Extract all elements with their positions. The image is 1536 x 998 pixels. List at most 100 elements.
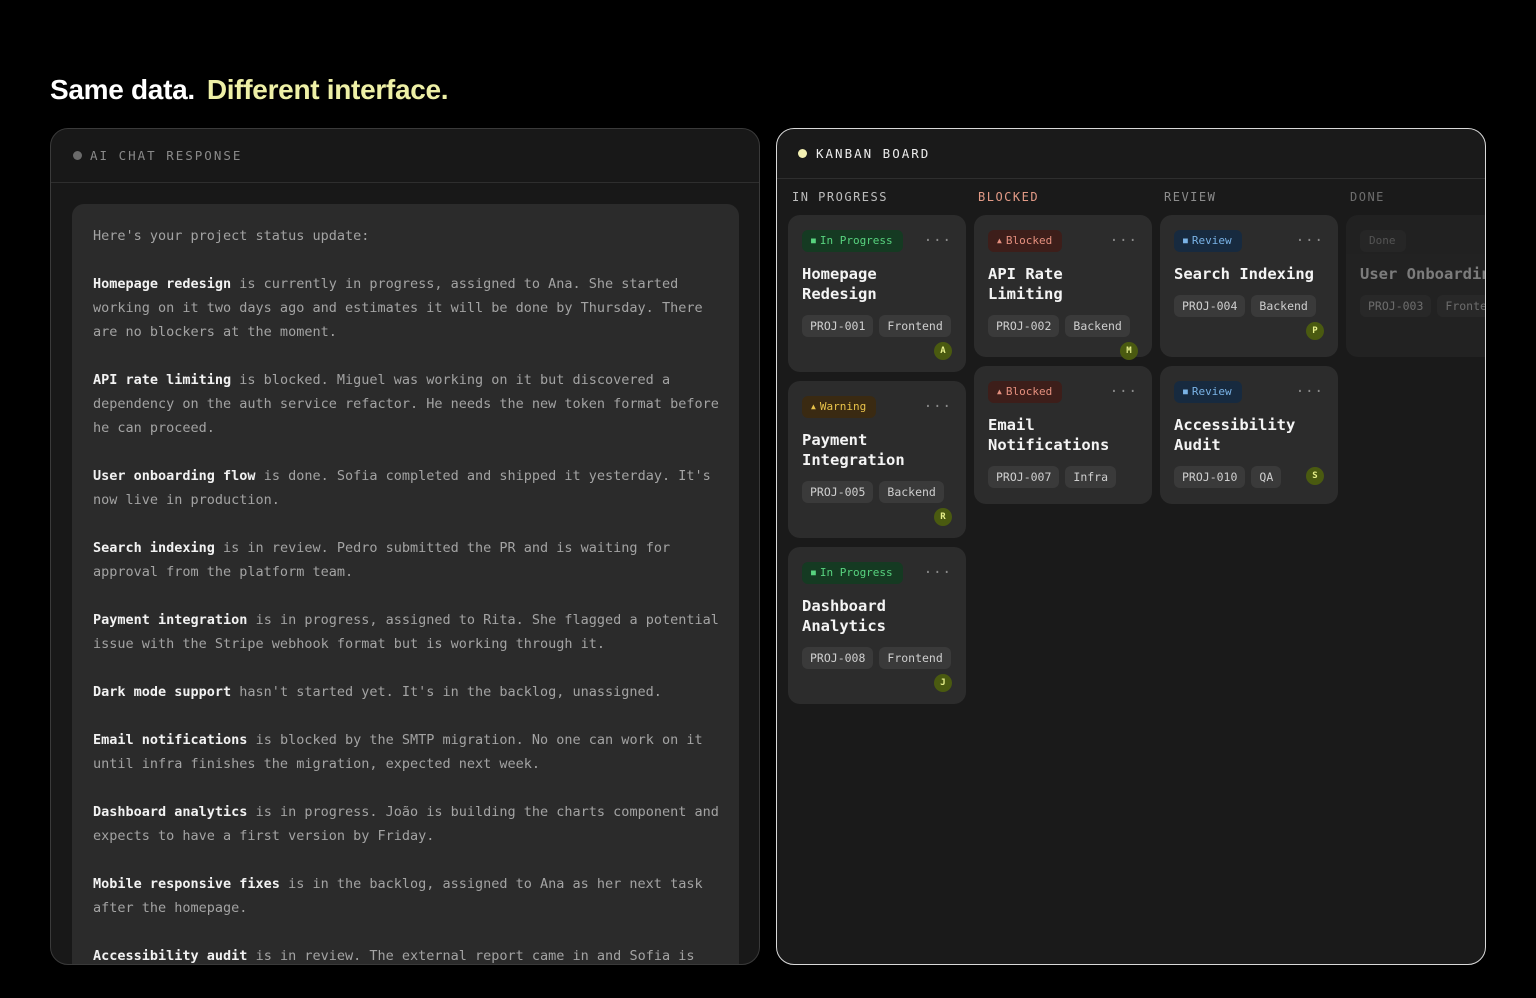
card-title-line: Payment <box>802 431 868 449</box>
badge-label: Blocked <box>1005 234 1053 247</box>
column-in-progress: IN PROGRESS ■ In Progress ··· Homepage Red… <box>788 189 966 713</box>
chat-message: Here's your project status update: Homep… <box>72 204 739 964</box>
card-title-line: User Onboarding <box>1360 265 1486 283</box>
tag: Frontend <box>879 647 951 669</box>
status-dot-icon <box>798 149 807 158</box>
headline-part-2: Different interface. <box>206 74 449 105</box>
status-badge: ▲ Blocked <box>988 230 1063 252</box>
chat-paragraph: API rate limiting is blocked. Miguel was… <box>93 368 719 440</box>
card-title: Payment Integration <box>802 430 952 470</box>
warning-triangle-icon: ▲ <box>997 387 1002 396</box>
column-blocked: BLOCKED ▲ Blocked ··· API Rate Limiting P… <box>974 189 1152 513</box>
paragraph-subject: Payment integration <box>93 612 248 628</box>
status-dot-icon <box>73 151 82 160</box>
chat-paragraph: Email notifications is blocked by the SM… <box>93 728 719 776</box>
more-options-icon[interactable]: ··· <box>1110 233 1138 249</box>
kanban-card[interactable]: ■ In Progress ··· Dashboard Analytics PROJ… <box>788 547 966 704</box>
card-title-line: Audit <box>1174 436 1221 454</box>
kanban-card[interactable]: ▲ Blocked ··· Email Notifications PROJ-007… <box>974 366 1152 504</box>
card-title: Email Notifications <box>988 415 1138 455</box>
square-icon: ■ <box>1183 387 1188 396</box>
tag: PROJ-008 <box>802 647 874 669</box>
kanban-card[interactable]: ■ In Progress ··· Homepage Redesign PROJ-0… <box>788 215 966 372</box>
chat-paragraph: Payment integration is in progress, assi… <box>93 608 719 656</box>
paragraph-subject: Accessibility audit <box>93 948 248 964</box>
column-review: REVIEW ■ Review ··· Search Indexing PROJ-… <box>1160 189 1338 513</box>
kanban-card[interactable]: ▲ Warning ··· Payment Integration PROJ-005… <box>788 381 966 538</box>
more-options-icon[interactable]: ··· <box>1296 233 1324 249</box>
kanban-card[interactable]: ■ Review ··· Accessibility Audit PROJ-010 Q… <box>1160 366 1338 504</box>
tag: PROJ-001 <box>802 315 874 337</box>
paragraph-subject: Homepage redesign <box>93 276 232 292</box>
column-title: IN PROGRESS <box>792 190 888 204</box>
paragraph-subject: Search indexing <box>93 540 215 556</box>
paragraph-subject: User onboarding flow <box>93 468 256 484</box>
tag: Backend <box>1251 295 1316 317</box>
chat-paragraph: Search indexing is in review. Pedro subm… <box>93 536 719 584</box>
kanban-panel: KANBAN BOARD IN PROGRESS ■ In Progress ··… <box>776 128 1486 965</box>
tag: PROJ-005 <box>802 481 874 503</box>
chat-title: AI CHAT RESPONSE <box>90 148 243 163</box>
card-title-line: Redesign <box>802 285 877 303</box>
tag: Frontend <box>879 315 951 337</box>
tag: PROJ-010 <box>1174 466 1246 488</box>
badge-label: Review <box>1191 234 1232 247</box>
status-badge: ■ Review <box>1174 381 1242 403</box>
kanban-card[interactable]: ▲ Blocked ··· API Rate Limiting PROJ-002 B… <box>974 215 1152 360</box>
warning-triangle-icon: ▲ <box>997 236 1002 245</box>
status-badge: ■ In Progress <box>802 230 903 252</box>
status-badge: ▲ Blocked <box>988 381 1063 403</box>
card-title-line: Accessibility <box>1174 416 1296 434</box>
square-icon: ■ <box>811 236 816 245</box>
card-title-line: Analytics <box>802 617 886 635</box>
status-badge: ■ In Progress <box>802 562 903 584</box>
badge-label: In Progress <box>819 234 893 247</box>
kanban-card[interactable]: Done User Onboarding PROJ-003Frontend <box>1346 215 1486 357</box>
square-icon: ■ <box>811 568 816 577</box>
column-title: BLOCKED <box>978 190 1040 204</box>
card-title: Search Indexing <box>1174 264 1324 284</box>
paragraph-text: hasn't started yet. It's in the backlog,… <box>231 684 662 700</box>
more-options-icon[interactable]: ··· <box>924 233 952 249</box>
avatar: P <box>1306 322 1324 340</box>
status-badge: ■ Review <box>1174 230 1242 252</box>
avatar: J <box>934 674 952 692</box>
card-title-line: API Rate Limiting <box>988 265 1063 303</box>
card-title-line: Homepage <box>802 265 877 283</box>
tag: Infra <box>1065 466 1117 488</box>
paragraph-subject: Dashboard analytics <box>93 804 248 820</box>
tag: Backend <box>1065 315 1130 337</box>
column-title: DONE <box>1350 190 1385 204</box>
avatar: R <box>934 508 952 526</box>
kanban-header: KANBAN BOARD <box>777 129 1485 179</box>
chat-intro: Here's your project status update: <box>93 228 370 244</box>
tag: Frontend <box>1437 295 1485 317</box>
paragraph-subject: Email notifications <box>93 732 248 748</box>
card-title-line: Dashboard <box>802 597 886 615</box>
chat-paragraph: Homepage redesign is currently in progre… <box>93 272 719 344</box>
card-title-line: Search Indexing <box>1174 265 1314 283</box>
card-title: Dashboard Analytics <box>802 596 952 636</box>
chat-paragraph: User onboarding flow is done. Sofia comp… <box>93 464 719 512</box>
avatar: S <box>1306 467 1324 485</box>
badge-label: Done <box>1369 234 1396 247</box>
status-badge: ▲ Warning <box>802 396 877 418</box>
tag: PROJ-003 <box>1360 295 1432 317</box>
more-options-icon[interactable]: ··· <box>1296 384 1324 400</box>
avatar: A <box>934 342 952 360</box>
kanban-card[interactable]: ■ Review ··· Search Indexing PROJ-004 Back… <box>1160 215 1338 357</box>
chat-paragraph: Dark mode support hasn't started yet. It… <box>93 680 719 704</box>
more-options-icon[interactable]: ··· <box>1110 384 1138 400</box>
card-title-line: Email <box>988 416 1035 434</box>
card-title: Accessibility Audit <box>1174 415 1324 455</box>
tag: QA <box>1251 466 1282 488</box>
avatar: M <box>1120 342 1138 360</box>
card-title: User Onboarding <box>1360 264 1486 284</box>
card-title-line: Integration <box>802 451 905 469</box>
tag: PROJ-004 <box>1174 295 1246 317</box>
warning-triangle-icon: ▲ <box>811 402 816 411</box>
paragraph-subject: Mobile responsive fixes <box>93 876 280 892</box>
card-title: Homepage Redesign <box>802 264 952 304</box>
more-options-icon[interactable]: ··· <box>924 565 952 581</box>
more-options-icon[interactable]: ··· <box>924 399 952 415</box>
